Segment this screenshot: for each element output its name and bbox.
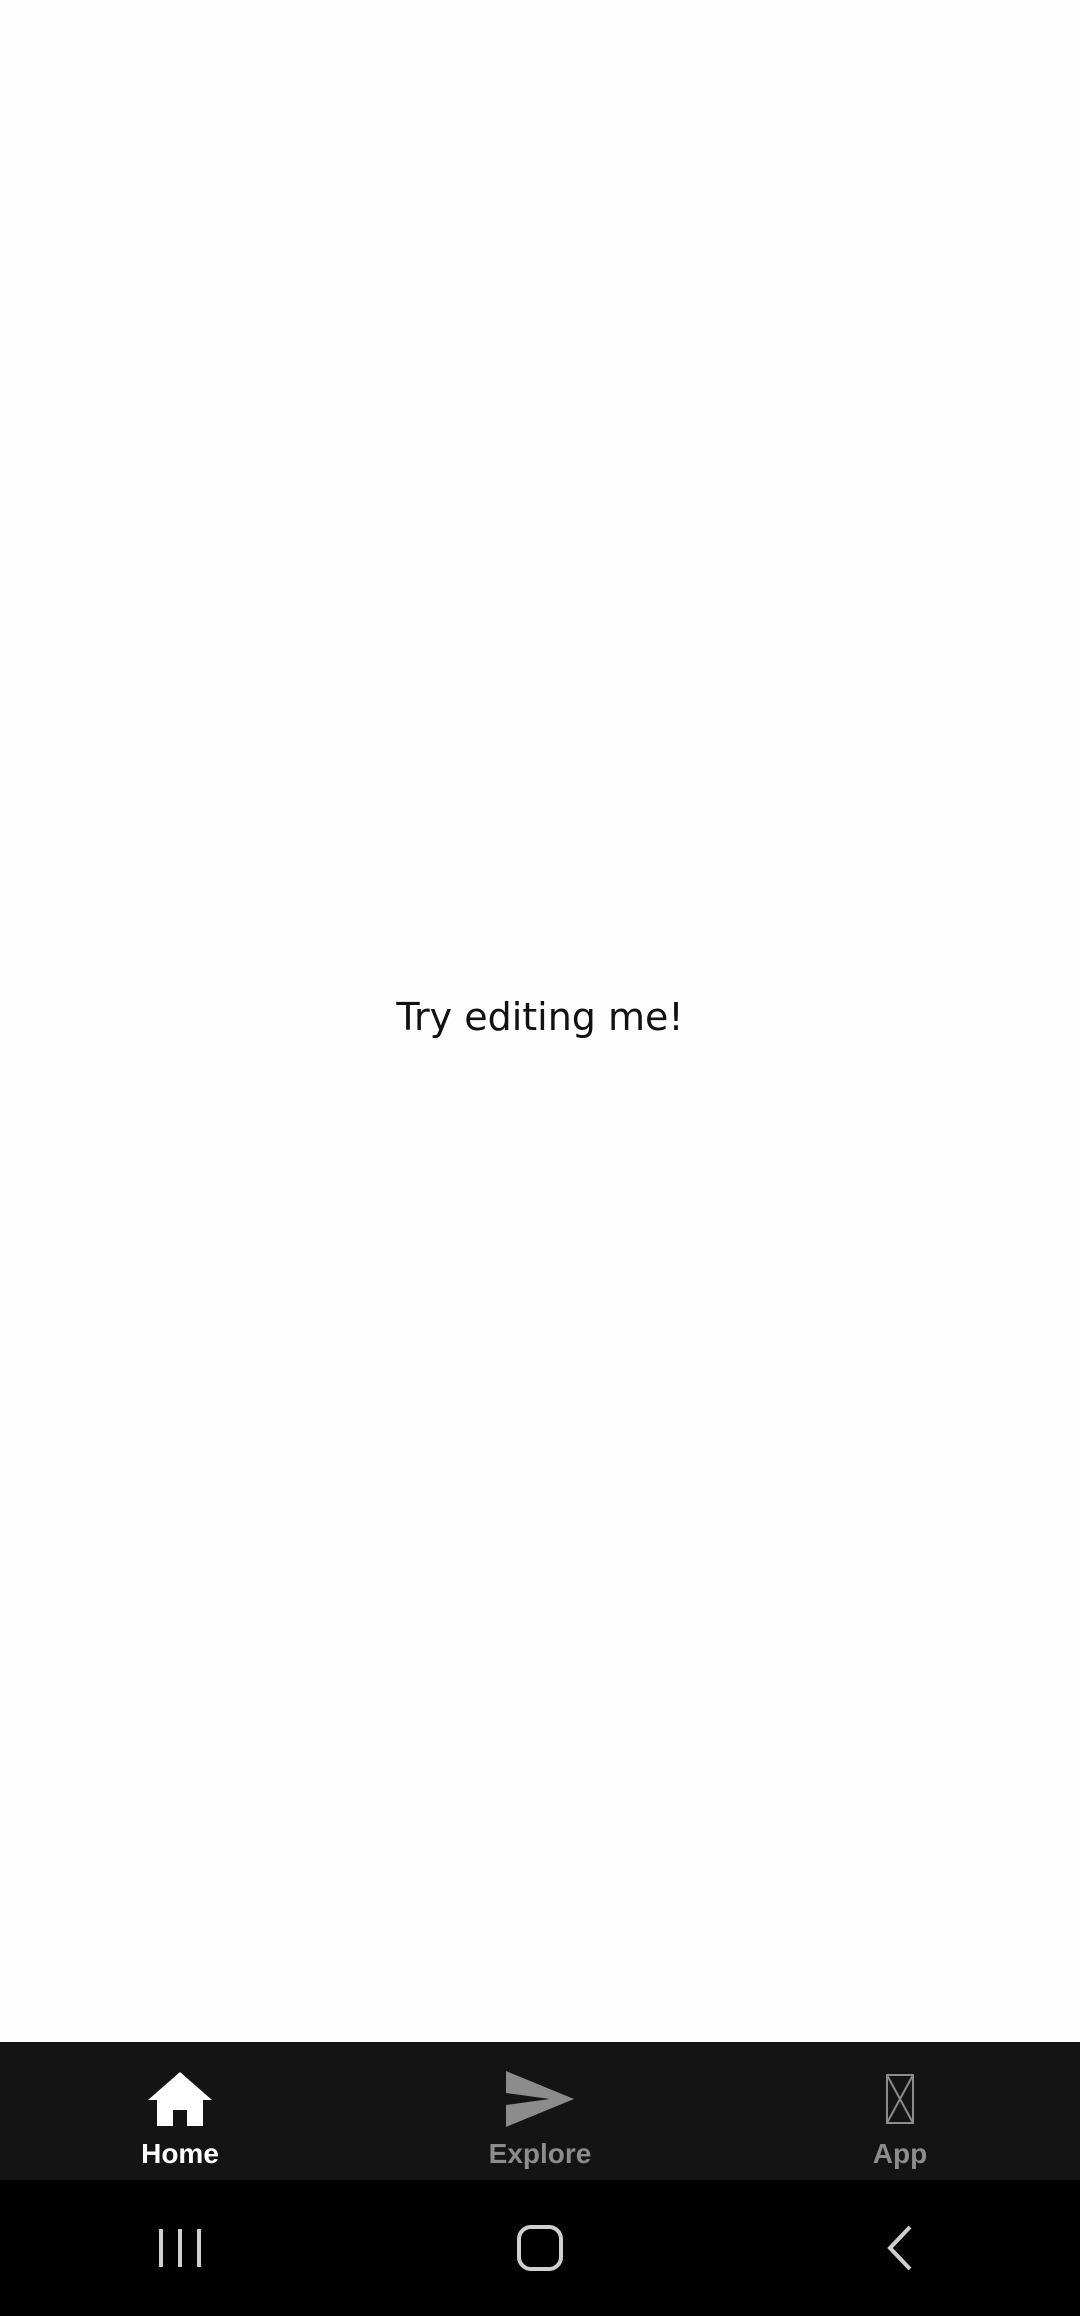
home-icon: [140, 2068, 220, 2130]
nav-label-app: App: [872, 2138, 928, 2169]
system-navigation-bar: [0, 2180, 1080, 2316]
back-button[interactable]: [840, 2198, 960, 2298]
recents-button[interactable]: [120, 2198, 240, 2298]
home-circle-icon: [517, 2225, 563, 2271]
back-icon: [887, 2225, 912, 2271]
bottom-navigation: Home Explore App: [0, 2042, 1080, 2180]
nav-label-explore: Explore: [488, 2138, 592, 2169]
nav-item-explore[interactable]: Explore: [360, 2042, 720, 2180]
placeholder-icon: [860, 2068, 940, 2130]
nav-item-app[interactable]: App: [720, 2042, 1080, 2180]
main-content: Try editing me!: [0, 0, 1080, 2042]
home-system-button[interactable]: [480, 2198, 600, 2298]
nav-label-home: Home: [141, 2138, 219, 2169]
app-screen: Try editing me! Home Explore App: [0, 0, 1080, 2316]
nav-item-home[interactable]: Home: [0, 2042, 360, 2180]
send-icon: [500, 2068, 580, 2130]
editable-message: Try editing me!: [396, 995, 684, 1039]
recents-icon: [159, 2229, 201, 2267]
